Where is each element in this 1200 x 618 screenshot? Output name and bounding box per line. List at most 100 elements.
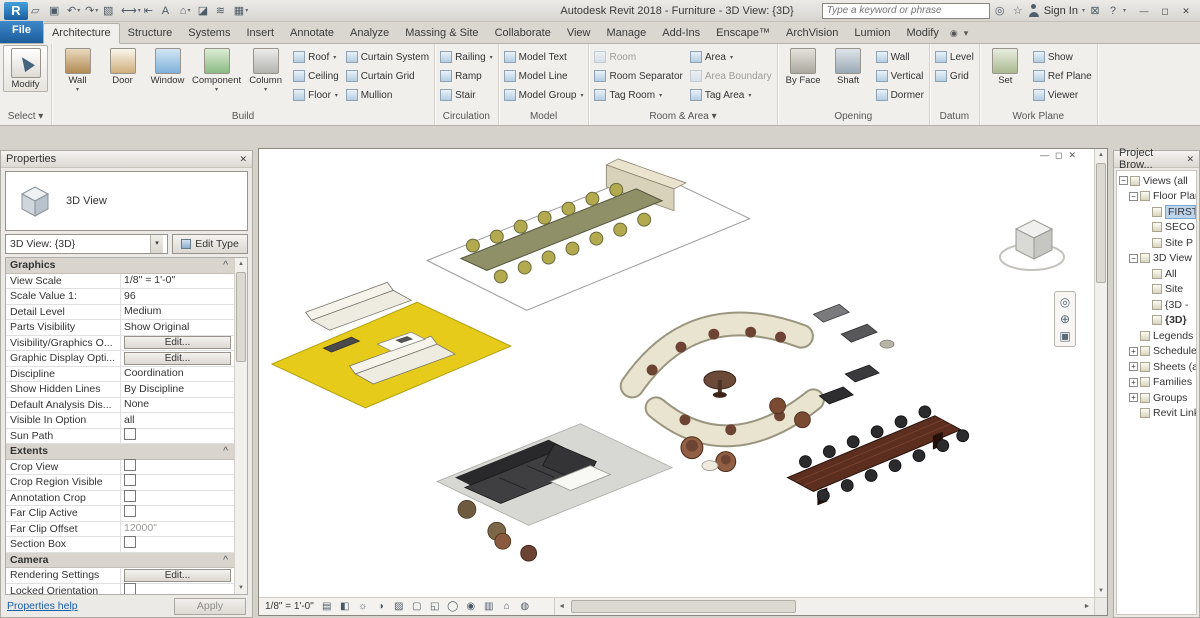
view-scale-button[interactable]: 1/8" = 1'-0"	[259, 601, 320, 612]
build-big-button[interactable]: Window	[145, 45, 190, 93]
print-icon[interactable]: ▧	[102, 2, 119, 20]
property-value[interactable]: Show Original	[121, 320, 234, 335]
property-value[interactable]: None	[121, 397, 234, 412]
default-3d-view-icon[interactable]: ⌂	[179, 2, 196, 20]
ribbon-small-button[interactable]: Model Text	[502, 48, 586, 66]
property-value[interactable]	[121, 583, 234, 594]
scroll-down-icon[interactable]: ▼	[235, 582, 247, 594]
ribbon-collapse-icon[interactable]: ▾	[961, 28, 972, 43]
exchange-apps-icon[interactable]: ⊠	[1087, 2, 1103, 20]
view-minimize-icon[interactable]: —	[1040, 150, 1049, 161]
show-crop-region-icon[interactable]: ◱	[428, 601, 442, 612]
ribbon-cycle-icon[interactable]: ◉	[947, 28, 961, 43]
user-interface-icon[interactable]: ▦	[233, 2, 250, 20]
ribbon-small-button[interactable]: Ceiling	[291, 67, 341, 85]
hscroll-left-icon[interactable]: ◄	[555, 603, 569, 610]
tree-item[interactable]: Site P	[1117, 235, 1196, 251]
scrollbar-thumb[interactable]	[236, 272, 246, 362]
tree-item[interactable]: + Schedules	[1117, 344, 1196, 360]
close-button[interactable]: ✕	[1176, 3, 1196, 19]
revit-logo[interactable]: R	[4, 2, 28, 20]
text-icon[interactable]: A	[161, 2, 178, 20]
ribbon-small-button[interactable]: Level	[933, 48, 976, 66]
tree-item[interactable]: − Views (all	[1117, 173, 1196, 189]
tree-item[interactable]: {3D -	[1117, 297, 1196, 313]
property-value[interactable]: Edit...	[124, 569, 231, 582]
tree-item[interactable]: Site	[1117, 282, 1196, 298]
redo-icon[interactable]: ↷	[84, 2, 101, 20]
panel-label-room-area[interactable]: Room & Area ▾	[592, 110, 773, 125]
property-value[interactable]: 12000"	[121, 521, 234, 536]
ribbon-small-button[interactable]: Grid	[933, 67, 976, 85]
properties-help-link[interactable]: Properties help	[7, 600, 78, 612]
ribbon-small-button[interactable]: Wall	[874, 48, 926, 66]
thin-lines-icon[interactable]: ≋	[215, 2, 232, 20]
ribbon-small-button[interactable]: Tag Area	[688, 86, 774, 104]
tree-item[interactable]: − 3D View	[1117, 251, 1196, 267]
tree-expander-icon[interactable]: +	[1129, 362, 1138, 371]
property-value[interactable]: Medium	[121, 304, 234, 319]
ribbon-tab[interactable]: View	[559, 24, 599, 43]
type-selector[interactable]: 3D View	[5, 171, 248, 231]
visual-style-icon[interactable]: ◧	[338, 601, 352, 612]
vscroll-thumb[interactable]	[1096, 163, 1106, 283]
tree-item[interactable]: − Floor Plan	[1117, 189, 1196, 205]
help-icon[interactable]: ?	[1105, 2, 1121, 20]
properties-header[interactable]: Properties ✕	[1, 151, 252, 168]
ribbon-small-button[interactable]: Model Line	[502, 67, 586, 85]
ribbon-tab[interactable]: Architecture	[43, 23, 120, 44]
properties-scrollbar[interactable]: ▲ ▼	[234, 258, 247, 594]
ribbon-small-button[interactable]: Ramp	[438, 67, 495, 85]
ribbon-small-button[interactable]: Mullion	[344, 86, 431, 104]
property-value[interactable]: By Discipline	[121, 382, 234, 397]
panel-label-opening[interactable]: Opening	[781, 110, 926, 125]
build-big-button[interactable]: Door	[100, 45, 145, 93]
modify-button[interactable]: Modify	[3, 45, 48, 92]
tree-item[interactable]: {3D}	[1117, 313, 1196, 329]
panel-label-work-plane[interactable]: Work Plane	[983, 110, 1094, 125]
rendering-dialog-icon[interactable]: ▨	[392, 601, 406, 612]
panel-label-build[interactable]: Build	[55, 110, 431, 125]
ribbon-small-button[interactable]: Dormer	[874, 86, 926, 104]
property-value[interactable]: Edit...	[124, 336, 231, 349]
property-value[interactable]	[121, 505, 234, 521]
undo-icon[interactable]: ↶	[66, 2, 83, 20]
property-value[interactable]	[121, 474, 234, 490]
zoom-icon[interactable]: ⊕	[1060, 312, 1070, 326]
section-icon[interactable]: ◪	[197, 2, 214, 20]
build-big-button[interactable]: Column	[243, 45, 288, 93]
project-browser-close-icon[interactable]: ✕	[1186, 154, 1194, 165]
tree-item[interactable]: + Families	[1117, 375, 1196, 391]
show-analytical-model-icon[interactable]: ⌂	[500, 601, 514, 612]
help-dropdown-icon[interactable]: ▾	[1123, 7, 1126, 14]
tree-expander-icon[interactable]: +	[1129, 347, 1138, 356]
ribbon-tab[interactable]: Enscape™	[708, 24, 778, 43]
ribbon-tab[interactable]: Modify	[898, 24, 946, 43]
ribbon-tab[interactable]: Annotate	[282, 24, 342, 43]
tree-expander-icon[interactable]: +	[1129, 393, 1138, 402]
ribbon-small-button[interactable]: Area Boundary	[688, 67, 774, 85]
panel-label-circulation[interactable]: Circulation	[438, 110, 495, 125]
property-value[interactable]	[121, 459, 234, 475]
ribbon-tab[interactable]: Manage	[598, 24, 654, 43]
measure-icon[interactable]: ⟷	[120, 2, 142, 20]
view-selector-combo[interactable]: 3D View: {3D} ▾	[5, 234, 168, 254]
tree-expander-icon[interactable]: −	[1119, 176, 1128, 185]
tree-item[interactable]: + Sheets (all	[1117, 359, 1196, 375]
ribbon-tab[interactable]: Systems	[180, 24, 238, 43]
hscroll-right-icon[interactable]: ►	[1080, 603, 1094, 610]
horizontal-scrollbar[interactable]: ◄ ►	[554, 598, 1094, 615]
temporary-hide-isolate-icon[interactable]: ◯	[446, 601, 460, 612]
ribbon-small-button[interactable]: Floor	[291, 86, 341, 104]
tree-item[interactable]: SECO	[1117, 220, 1196, 236]
property-value[interactable]: all	[121, 413, 234, 428]
build-big-button[interactable]: Wall	[55, 45, 100, 93]
property-value[interactable]: 96	[121, 289, 234, 304]
ribbon-tab[interactable]: Analyze	[342, 24, 397, 43]
ribbon-small-button[interactable]: Stair	[438, 86, 495, 104]
tree-item[interactable]: FIRST	[1117, 204, 1196, 220]
ribbon-small-button[interactable]: Ref Plane	[1031, 67, 1094, 85]
navigation-wheel-icon[interactable]: ◎	[1060, 295, 1070, 309]
apply-button[interactable]: Apply	[174, 598, 246, 615]
aligned-dimension-icon[interactable]: ⇤	[143, 2, 160, 20]
